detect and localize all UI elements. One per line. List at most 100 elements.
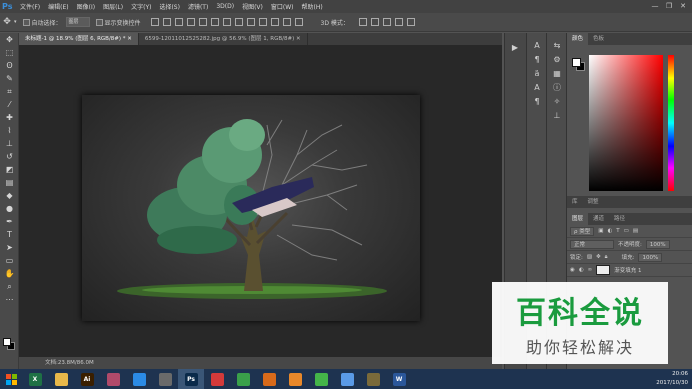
document-canvas[interactable]	[82, 95, 420, 321]
menu-window[interactable]: 窗口(W)	[271, 2, 294, 11]
quick-select-tool-icon[interactable]: ✎	[0, 72, 19, 85]
transform-controls-checkbox[interactable]	[95, 18, 103, 26]
fill-input[interactable]: 100%	[638, 252, 663, 262]
clone-stamp-tool-icon[interactable]: ⊥	[0, 137, 19, 150]
info-icon[interactable]: ⓘ	[547, 81, 567, 95]
menu-image[interactable]: 图像(I)	[77, 2, 95, 11]
taskbar-app-shield[interactable]	[282, 369, 308, 389]
align-bottom-icon[interactable]	[174, 18, 183, 26]
hand-tool-icon[interactable]: ✋	[0, 267, 19, 280]
align-left-icon[interactable]	[186, 18, 195, 26]
type-tool-icon[interactable]: T	[0, 228, 19, 241]
hue-slider[interactable]	[668, 55, 674, 191]
3d-scale-icon[interactable]	[406, 18, 415, 26]
lock-position-icon[interactable]: ✥	[596, 254, 601, 260]
filter-adjust-icon[interactable]: ◐	[607, 228, 612, 234]
menu-filter[interactable]: 滤镜(T)	[188, 2, 208, 11]
tab-jpg-document[interactable]: 6599-12011012525282.jpg @ 56.9% (图层 1, R…	[139, 33, 308, 45]
shape-tool-icon[interactable]: ▭	[0, 254, 19, 267]
distribute-left-icon[interactable]	[258, 18, 267, 26]
menu-help[interactable]: 帮助(H)	[302, 2, 323, 11]
gradient-tool-icon[interactable]: ▤	[0, 176, 19, 189]
layer-name[interactable]: 渐变填充 1	[614, 266, 641, 274]
foreground-color-swatch[interactable]	[3, 338, 11, 346]
taskbar-app-illustrator[interactable]: Ai	[74, 369, 100, 389]
move-tool-icon[interactable]: ✥	[0, 17, 14, 27]
eyedropper-tool-icon[interactable]: ⁄	[0, 98, 19, 111]
edit-toolbar-icon[interactable]: ⋯	[0, 293, 19, 306]
filter-shape-icon[interactable]: ▭	[624, 228, 629, 234]
chevron-down-icon[interactable]: ▾	[14, 19, 17, 25]
menu-view[interactable]: 视图(V)	[242, 2, 263, 11]
clone-source-icon[interactable]: ⊥	[547, 109, 567, 123]
distribute-top-icon[interactable]	[222, 18, 231, 26]
taskbar-app-browser[interactable]	[230, 369, 256, 389]
layer-row[interactable]: ◉ ◐ ∞ 渐变填充 1	[567, 264, 692, 277]
filter-smart-icon[interactable]: ▤	[633, 228, 638, 234]
brush-tool-icon[interactable]: ⌇	[0, 124, 19, 137]
layer-mask-thumbnail[interactable]	[596, 265, 611, 275]
blur-tool-icon[interactable]: ◆	[0, 189, 19, 202]
menu-edit[interactable]: 编辑(E)	[48, 2, 68, 11]
history-icon[interactable]: ⇆	[547, 39, 567, 53]
brush-settings-icon[interactable]: ⚙	[547, 53, 567, 67]
taskbar-app-baidu-cloud[interactable]	[126, 369, 152, 389]
healing-brush-tool-icon[interactable]: ✚	[0, 111, 19, 124]
distribute-right-icon[interactable]	[282, 18, 291, 26]
minimize-button[interactable]: —	[648, 0, 662, 13]
visibility-eye-icon[interactable]: ◉	[570, 267, 575, 273]
play-icon[interactable]: ▶	[505, 41, 525, 55]
clock-time[interactable]: 20:06	[656, 370, 688, 379]
filter-type-icon[interactable]: T	[616, 228, 619, 234]
tab-color[interactable]: 颜色	[567, 33, 589, 45]
align-right-icon[interactable]	[210, 18, 219, 26]
taskbar-app-video[interactable]	[204, 369, 230, 389]
menu-layer[interactable]: 图层(L)	[103, 2, 123, 11]
distribute-bottom-icon[interactable]	[246, 18, 255, 26]
clock-date[interactable]: 2017/10/30	[656, 379, 688, 388]
taskbar-app-photoshop[interactable]: Ps	[178, 369, 204, 389]
tab-swatches[interactable]: 色板	[588, 33, 609, 45]
align-center-icon[interactable]	[198, 18, 207, 26]
auto-select-dropdown[interactable]: 图层	[65, 17, 90, 27]
opacity-input[interactable]: 100%	[645, 239, 670, 249]
paragraph-icon[interactable]: ¶	[527, 53, 547, 67]
history-brush-tool-icon[interactable]: ↺	[0, 150, 19, 163]
align-top-icon[interactable]	[150, 18, 159, 26]
menu-type[interactable]: 文字(Y)	[131, 2, 151, 11]
move-tool-icon[interactable]: ✥	[0, 33, 19, 46]
zoom-tool-icon[interactable]: ⌕	[0, 280, 19, 293]
eraser-tool-icon[interactable]: ◩	[0, 163, 19, 176]
dodge-tool-icon[interactable]: ●	[0, 202, 19, 215]
blend-mode-dropdown[interactable]: 正常	[570, 239, 614, 249]
3d-rotate-icon[interactable]	[358, 18, 367, 26]
filter-pixel-icon[interactable]: ▣	[598, 228, 603, 234]
menu-file[interactable]: 文件(F)	[20, 2, 40, 11]
menu-select[interactable]: 选择(S)	[159, 2, 180, 11]
navigator-icon[interactable]: ✧	[547, 95, 567, 109]
taskbar-app-tool[interactable]	[152, 369, 178, 389]
taskbar-app-wechat[interactable]	[308, 369, 334, 389]
distribute-middle-icon[interactable]	[234, 18, 243, 26]
paragraph-style-icon[interactable]: ¶	[527, 95, 547, 109]
taskbar-app-snake[interactable]	[360, 369, 386, 389]
tab-libraries[interactable]: 库	[567, 196, 583, 208]
character-style-icon[interactable]: A	[527, 81, 547, 95]
taskbar-app-word[interactable]: W	[386, 369, 412, 389]
panel-foreground-swatch[interactable]	[572, 58, 581, 67]
close-button[interactable]: ✕	[676, 0, 690, 13]
tab-untitled-1[interactable]: 未标题-1 @ 18.9% (图层 6, RGB/8#) * ✕	[19, 33, 139, 45]
align-middle-icon[interactable]	[162, 18, 171, 26]
lasso-tool-icon[interactable]: ʘ	[0, 59, 19, 72]
auto-align-icon[interactable]	[294, 18, 303, 26]
3d-pan-icon[interactable]	[382, 18, 391, 26]
properties-icon[interactable]: ▦	[547, 67, 567, 81]
color-picker-field[interactable]	[589, 55, 663, 191]
auto-select-checkbox[interactable]	[22, 18, 30, 26]
taskbar-app-paint[interactable]	[100, 369, 126, 389]
restore-button[interactable]: ❐	[662, 0, 676, 13]
glyphs-icon[interactable]: ä	[527, 67, 547, 81]
tab-layers[interactable]: 图层	[567, 213, 589, 225]
lock-all-icon[interactable]: 🔒︎	[605, 254, 608, 261]
menu-3d[interactable]: 3D(D)	[216, 3, 234, 10]
